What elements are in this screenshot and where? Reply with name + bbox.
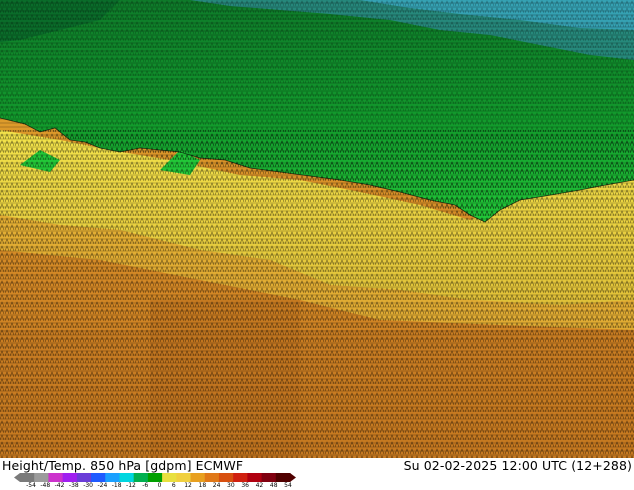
map-title: Height/Temp. 850 hPa [gdpm] ECMWF [2,458,244,473]
colorbar-segment [204,473,220,482]
colorbar-tick-label: 12 [184,482,192,489]
colorbar-tick-label: 48 [269,482,278,489]
colorbar-tick-label: -30 [83,482,94,489]
colorbar-segment [247,473,263,482]
colorbar-segment [119,473,135,482]
colorbar-segment [133,473,149,482]
colorbar [14,473,296,482]
colorbar-tick-label: -48 [40,482,51,489]
colorbar-segment [176,473,192,482]
colorbar-segment [162,473,177,482]
colorbar-ticks: -54 -48 -42 -38 -30 -24 -18 -12 -6 0 6 12 18 24 30 36 42… [0,482,320,490]
colorbar-tick-label: 0 [157,482,162,489]
colorbar-tick-label: 54 [284,482,292,489]
colorbar-segment [261,473,277,482]
colorbar-arrow-right [290,473,296,482]
colorbar-segment [190,473,206,482]
colorbar-segment [76,473,92,482]
colorbar-arrow-left [14,473,20,482]
map-canvas [0,0,634,458]
weather-map [0,0,634,458]
colorbar-segment [233,473,248,482]
colorbar-segment [91,473,106,482]
colorbar-tick-label: -6 [142,482,149,489]
colorbar-tick-label: -42 [54,482,65,489]
valid-time: Su 02-02-2025 12:00 UTC (12+288) [403,458,632,473]
colorbar-segment [20,473,35,482]
colorbar-tick-label: 36 [241,482,249,489]
colorbar-tick-label: -54 [26,482,36,489]
colorbar-segment [275,473,291,482]
colorbar-tick-label: -12 [126,482,136,489]
colorbar-tick-label: 18 [198,482,207,489]
colorbar-tick-label: -24 [97,482,108,489]
map-footer: Height/Temp. 850 hPa [gdpm] ECMWF Su 02-… [0,458,634,490]
colorbar-tick-label: 42 [255,482,264,489]
colorbar-tick-label: 24 [212,482,221,489]
colorbar-tick-label: 30 [227,482,235,489]
colorbar-tick-label: -38 [68,482,79,489]
colorbar-segment [147,473,163,482]
colorbar-segment [34,473,49,482]
colorbar-segment [48,473,64,482]
colorbar-segment [105,473,120,482]
colorbar-tick-label: 6 [171,482,176,489]
colorbar-segment [218,473,234,482]
colorbar-tick-label: -18 [111,482,122,489]
colorbar-segment [62,473,78,482]
